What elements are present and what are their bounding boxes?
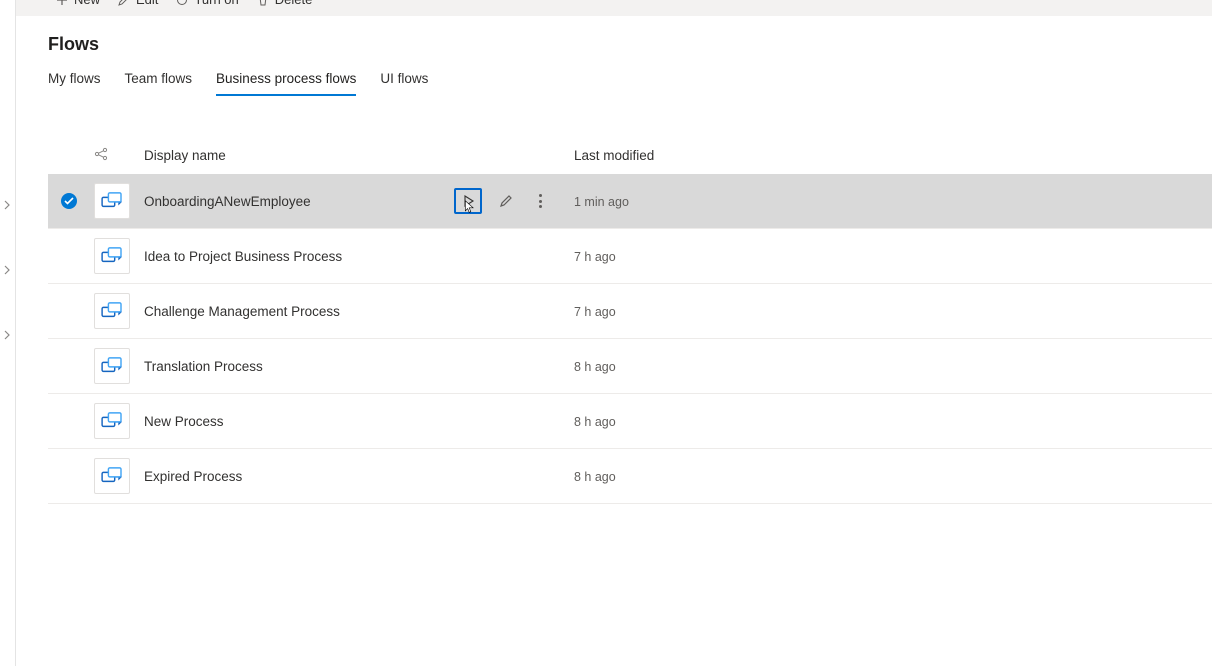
row-name[interactable]: Translation Process xyxy=(144,359,454,374)
flow-icon xyxy=(94,238,130,274)
flow-icon xyxy=(94,183,130,219)
gutter-chevrons xyxy=(2,200,12,340)
row-actions xyxy=(454,188,574,214)
row-modified-text: 8 h ago xyxy=(574,360,616,374)
content-area: Flows My flows Team flows Business proce… xyxy=(16,16,1212,666)
pencil-icon xyxy=(499,194,513,208)
row-name[interactable]: Idea to Project Business Process xyxy=(144,249,454,264)
page-title: Flows xyxy=(48,34,1212,55)
edit-button[interactable]: Edit xyxy=(118,0,158,6)
row-icon-cell xyxy=(90,183,144,219)
turn-on-label: Turn on xyxy=(194,0,238,6)
row-name-text: Challenge Management Process xyxy=(144,304,340,319)
row-name[interactable]: Expired Process xyxy=(144,469,454,484)
edit-row-button[interactable] xyxy=(492,188,520,214)
row-modified: 8 h ago xyxy=(574,414,1212,429)
delete-button[interactable]: Delete xyxy=(257,0,313,6)
row-name-text: Expired Process xyxy=(144,469,242,484)
header-share-col xyxy=(90,147,144,164)
run-button[interactable] xyxy=(454,188,482,214)
edit-label: Edit xyxy=(136,0,158,6)
table-row[interactable]: New Process 8 h ago xyxy=(48,394,1212,449)
new-label: New xyxy=(74,0,100,6)
new-button[interactable]: New xyxy=(56,0,100,6)
row-name-text: New Process xyxy=(144,414,224,429)
tab-team-flows[interactable]: Team flows xyxy=(125,71,193,96)
tab-ui-flows[interactable]: UI flows xyxy=(380,71,428,96)
row-modified-text: 8 h ago xyxy=(574,415,616,429)
row-icon-cell xyxy=(90,458,144,494)
row-name[interactable]: New Process xyxy=(144,414,454,429)
header-last-modified[interactable]: Last modified xyxy=(574,148,1212,163)
row-modified: 7 h ago xyxy=(574,304,1212,319)
flow-icon xyxy=(94,348,130,384)
row-name-text: Translation Process xyxy=(144,359,263,374)
turn-on-button[interactable]: Turn on xyxy=(176,0,238,6)
row-modified: 7 h ago xyxy=(574,249,1212,264)
row-select[interactable] xyxy=(48,193,90,209)
row-name[interactable]: OnboardingANewEmployee xyxy=(144,194,454,209)
row-icon-cell xyxy=(90,403,144,439)
header-display-name[interactable]: Display name xyxy=(144,148,454,163)
chevron-icon xyxy=(2,265,12,275)
row-icon-cell xyxy=(90,348,144,384)
row-name-text: OnboardingANewEmployee xyxy=(144,194,311,209)
trash-icon xyxy=(257,0,269,6)
pencil-icon xyxy=(118,0,130,6)
delete-label: Delete xyxy=(275,0,313,6)
tab-strip: My flows Team flows Business process flo… xyxy=(48,71,1212,97)
power-icon xyxy=(176,0,188,6)
cursor-icon xyxy=(463,200,477,214)
row-name-text: Idea to Project Business Process xyxy=(144,249,342,264)
row-modified-text: 7 h ago xyxy=(574,250,616,264)
row-icon-cell xyxy=(90,293,144,329)
table-row[interactable]: Expired Process 8 h ago xyxy=(48,449,1212,504)
command-bar: New Edit Turn on Delete xyxy=(16,0,1212,16)
row-name[interactable]: Challenge Management Process xyxy=(144,304,454,319)
share-icon xyxy=(94,147,108,164)
plus-icon xyxy=(56,0,68,6)
chevron-icon xyxy=(2,330,12,340)
row-modified: 8 h ago xyxy=(574,359,1212,374)
flows-table: Display name Last modified OnboardingANe… xyxy=(48,137,1212,504)
tab-my-flows[interactable]: My flows xyxy=(48,71,101,96)
more-actions-button[interactable] xyxy=(530,189,550,213)
row-modified: 1 min ago xyxy=(574,194,1212,209)
row-modified-text: 7 h ago xyxy=(574,305,616,319)
table-row[interactable]: Translation Process 8 h ago xyxy=(48,339,1212,394)
row-icon-cell xyxy=(90,238,144,274)
row-modified-text: 8 h ago xyxy=(574,470,616,484)
row-modified: 8 h ago xyxy=(574,469,1212,484)
table-row[interactable]: Idea to Project Business Process 7 h ago xyxy=(48,229,1212,284)
flow-icon xyxy=(94,458,130,494)
chevron-icon xyxy=(2,200,12,210)
tab-business-process-flows[interactable]: Business process flows xyxy=(216,71,356,96)
checkmark-icon xyxy=(61,193,77,209)
flow-icon xyxy=(94,403,130,439)
table-row[interactable]: Challenge Management Process 7 h ago xyxy=(48,284,1212,339)
left-gutter xyxy=(0,0,16,666)
table-header: Display name Last modified xyxy=(48,137,1212,174)
flow-icon xyxy=(94,293,130,329)
row-modified-text: 1 min ago xyxy=(574,195,629,209)
table-row[interactable]: OnboardingANewEmployee 1 min ago xyxy=(48,174,1212,229)
